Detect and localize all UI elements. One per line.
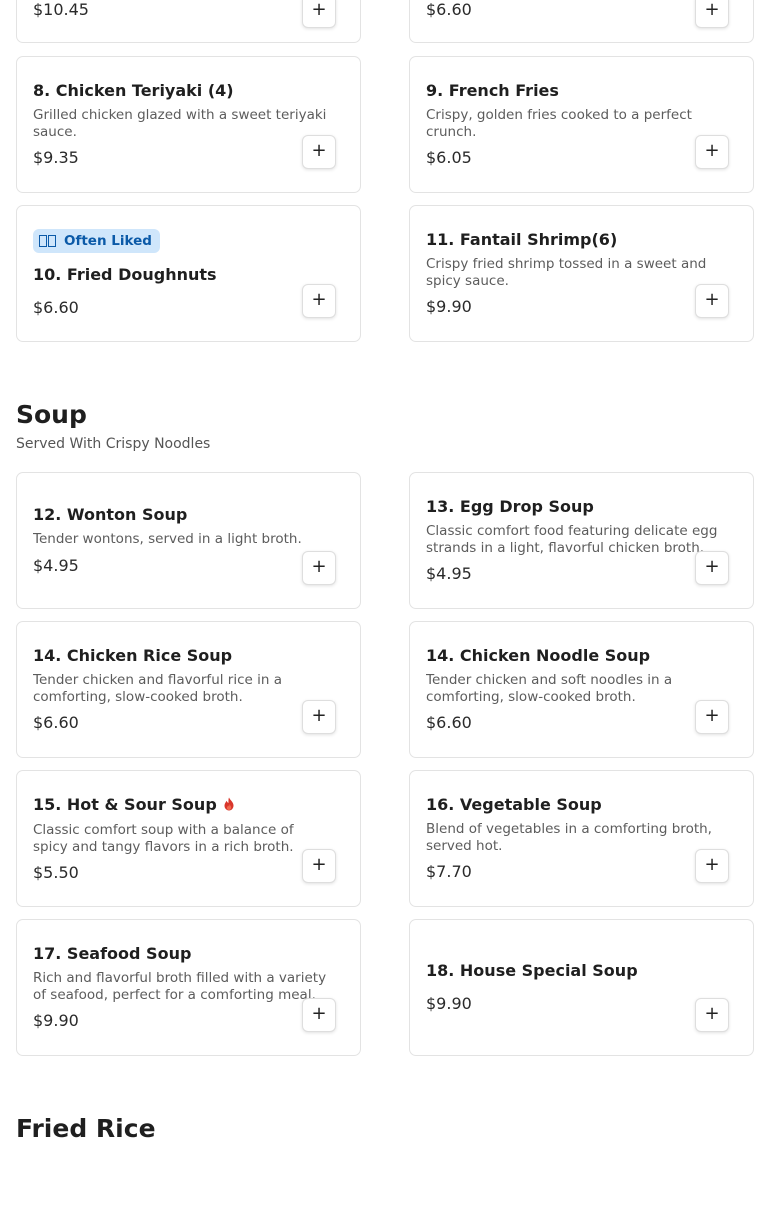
item-price: $6.60 (426, 0, 472, 19)
item-name: 12. Wonton Soup (33, 505, 188, 524)
add-item-button[interactable]: + (695, 284, 729, 318)
item-price: $9.90 (426, 297, 472, 316)
item-price: $9.90 (33, 1011, 79, 1030)
section-title-soup: Soup (16, 400, 87, 429)
item-price: $6.05 (426, 148, 472, 167)
item-name-row: 15. Hot & Sour Soup (33, 795, 300, 816)
section-subtitle-soup: Served With Crispy Noodles (16, 436, 211, 452)
item-price: $4.95 (426, 564, 472, 583)
add-item-button[interactable]: + (302, 998, 336, 1032)
item-name: 14. Chicken Noodle Soup (426, 646, 651, 665)
add-item-button[interactable]: + (695, 551, 729, 585)
item-price: $6.60 (33, 298, 79, 317)
item-description: Rich and flavorful broth filled with a v… (33, 970, 327, 1003)
menu-page: $10.45 + $6.60 + 8. Chicken Teriyaki (4)… (0, 0, 770, 1206)
menu-item-card[interactable]: 14. Chicken Rice Soup Tender chicken and… (16, 621, 361, 758)
item-price: $4.95 (33, 556, 79, 575)
item-name: 18. House Special Soup (426, 961, 638, 980)
add-item-button[interactable]: + (302, 135, 336, 169)
item-description: Crispy fried shrimp tossed in a sweet an… (426, 256, 707, 289)
section-title-fried-rice: Fried Rice (16, 1114, 156, 1143)
often-liked-badge: Often Liked (33, 229, 160, 253)
add-item-button[interactable]: + (695, 998, 729, 1032)
menu-item-card[interactable]: 14. Chicken Noodle Soup Tender chicken a… (409, 621, 754, 758)
add-item-button[interactable]: + (302, 284, 336, 318)
add-item-button[interactable]: + (302, 551, 336, 585)
menu-item-card[interactable]: 15. Hot & Sour Soup Classic comfort soup… (16, 770, 361, 907)
item-name: 10. Fried Doughnuts (33, 265, 217, 284)
menu-item-card[interactable]: 13. Egg Drop Soup Classic comfort food f… (409, 472, 754, 609)
item-description: Tender chicken and flavorful rice in a c… (33, 672, 282, 705)
add-item-button[interactable]: + (302, 849, 336, 883)
item-price: $5.50 (33, 862, 79, 882)
item-description: Blend of vegetables in a comforting brot… (426, 821, 712, 854)
menu-item-card[interactable]: 17. Seafood Soup Rich and flavorful brot… (16, 919, 361, 1056)
menu-item-card[interactable]: 16. Vegetable Soup Blend of vegetables i… (409, 770, 754, 907)
item-name: 13. Egg Drop Soup (426, 497, 594, 516)
add-item-button[interactable]: + (302, 700, 336, 734)
item-price: $9.90 (426, 994, 472, 1013)
add-item-button[interactable]: + (695, 849, 729, 883)
spicy-flame-icon (223, 796, 235, 816)
item-price: $10.45 (33, 0, 89, 19)
menu-item-card[interactable]: 11. Fantail Shrimp(6) Crispy fried shrim… (409, 205, 754, 342)
menu-item-card[interactable]: Often Liked 10. Fried Doughnuts $6.60 + (16, 205, 361, 342)
item-description: Tender wontons, served in a light broth. (33, 531, 302, 547)
item-name: 17. Seafood Soup (33, 944, 192, 963)
add-item-button[interactable]: + (695, 135, 729, 169)
thumbs-up-icon (39, 235, 56, 247)
item-description: Classic comfort food featuring delicate … (426, 523, 718, 556)
menu-item-card[interactable]: 12. Wonton Soup Tender wontons, served i… (16, 472, 361, 609)
item-name: 14. Chicken Rice Soup (33, 646, 233, 665)
menu-item-card[interactable]: 18. House Special Soup $9.90 + (409, 919, 754, 1056)
item-name: 8. Chicken Teriyaki (4) (33, 81, 234, 100)
item-description: Classic comfort soup with a balance of s… (33, 821, 294, 855)
item-name: 15. Hot & Sour Soup (33, 794, 217, 814)
item-price: $9.35 (33, 148, 79, 167)
item-description: Tender chicken and soft noodles in a com… (426, 672, 673, 705)
menu-item-card[interactable]: 8. Chicken Teriyaki (4) Grilled chicken … (16, 56, 361, 193)
item-name: 9. French Fries (426, 81, 559, 100)
badge-label: Often Liked (64, 233, 152, 249)
add-item-button[interactable]: + (302, 0, 336, 28)
item-price: $7.70 (426, 862, 472, 881)
item-name: 11. Fantail Shrimp(6) (426, 230, 618, 249)
item-price: $6.60 (426, 713, 472, 732)
menu-item-card[interactable]: $10.45 + (16, 0, 361, 43)
add-item-button[interactable]: + (695, 700, 729, 734)
add-item-button[interactable]: + (695, 0, 729, 28)
menu-item-card[interactable]: $6.60 + (409, 0, 754, 43)
item-description: Crispy, golden fries cooked to a perfect… (426, 107, 692, 140)
menu-item-card[interactable]: 9. French Fries Crispy, golden fries coo… (409, 56, 754, 193)
item-name: 16. Vegetable Soup (426, 795, 602, 814)
item-description: Grilled chicken glazed with a sweet teri… (33, 107, 327, 140)
item-price: $6.60 (33, 713, 79, 732)
